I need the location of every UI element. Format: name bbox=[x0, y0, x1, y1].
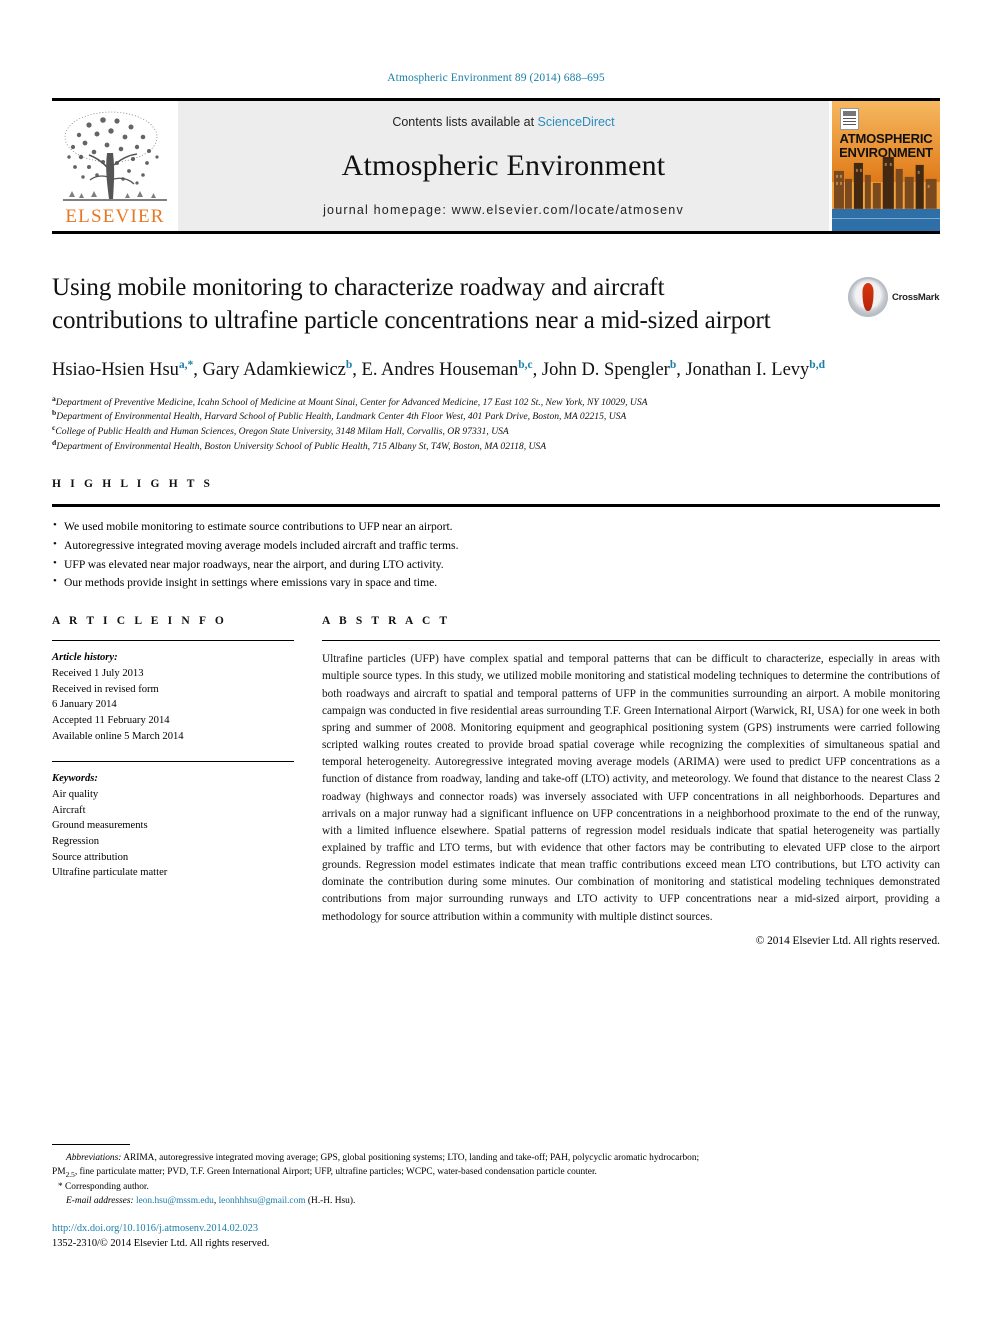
author-name: Gary Adamkiewicz bbox=[202, 360, 346, 380]
abbreviations-label: Abbreviations: bbox=[66, 1152, 122, 1163]
highlights-section: We used mobile monitoring to estimate so… bbox=[52, 507, 940, 593]
footnote-rule bbox=[52, 1143, 130, 1145]
email-suffix: (H.-H. Hsu). bbox=[305, 1195, 356, 1206]
page-title: Using mobile monitoring to characterize … bbox=[52, 274, 771, 334]
author-marks[interactable]: b bbox=[346, 359, 352, 371]
cover-publisher-icon bbox=[840, 108, 859, 130]
abbreviations-pm-prefix: PM bbox=[52, 1166, 66, 1177]
highlights-list: We used mobile monitoring to estimate so… bbox=[52, 507, 940, 593]
author-entry: Gary Adamkiewiczb bbox=[202, 359, 353, 380]
sciencedirect-link[interactable]: ScienceDirect bbox=[538, 115, 615, 129]
list-item: Autoregressive integrated moving average… bbox=[52, 536, 940, 556]
author-marks[interactable]: a,* bbox=[179, 359, 193, 371]
abbreviations-text-rest: , fine particulate matter; PVD, T.F. Gre… bbox=[74, 1166, 597, 1177]
crossmark-logo-icon bbox=[848, 277, 888, 317]
article-history-label: Article history: bbox=[52, 652, 118, 664]
abstract-copyright: © 2014 Elsevier Ltd. All rights reserved… bbox=[755, 934, 940, 947]
contents-prefix: Contents lists available at bbox=[392, 115, 538, 129]
author-entry: John D. Spenglerb bbox=[541, 359, 676, 380]
info-abstract-columns: A R T I C L E I N F O Article history: R… bbox=[52, 593, 940, 947]
affiliation-list: aDepartment of Preventive Medicine, Icah… bbox=[52, 394, 940, 455]
doi-block: http://dx.doi.org/10.1016/j.atmosenv.201… bbox=[52, 1208, 940, 1251]
affiliation-text: Department of Environmental Health, Harv… bbox=[56, 411, 627, 423]
abbreviations-pm-subscript: 2.5 bbox=[65, 1169, 75, 1179]
abbreviations-text: ARIMA, autoregressive integrated moving … bbox=[121, 1152, 700, 1163]
list-item: We used mobile monitoring to estimate so… bbox=[52, 517, 940, 537]
email-line: E-mail addresses: leon.hsu@mssm.edu, leo… bbox=[52, 1194, 940, 1208]
article-history-block: Article history: Received 1 July 2013 Re… bbox=[52, 641, 294, 744]
history-item: Received in revised form bbox=[52, 683, 159, 695]
keyword-item: Regression bbox=[52, 835, 100, 847]
keyword-item: Aircraft bbox=[52, 804, 86, 816]
highlights-heading: H I G H L I G H T S bbox=[52, 478, 214, 491]
affiliation-text: Department of Environmental Health, Bost… bbox=[56, 440, 547, 452]
history-item: Available online 5 March 2014 bbox=[52, 730, 184, 742]
keyword-item: Ultrafine particulate matter bbox=[52, 867, 168, 879]
keyword-item: Source attribution bbox=[52, 851, 129, 863]
keywords-label: Keywords: bbox=[52, 773, 98, 785]
paper-page: Atmospheric Environment 89 (2014) 688–69… bbox=[0, 0, 992, 1323]
history-item: Accepted 11 February 2014 bbox=[52, 714, 170, 726]
abstract-heading: A B S T R A C T bbox=[322, 615, 451, 628]
affiliation-text: College of Public Health and Human Scien… bbox=[55, 425, 509, 437]
journal-cover-thumbnail: ATMOSPHERIC ENVIRONMENT bbox=[829, 101, 940, 231]
journal-homepage[interactable]: journal homepage: www.elsevier.com/locat… bbox=[323, 203, 684, 217]
affiliation-item: cCollege of Public Health and Human Scie… bbox=[52, 423, 940, 440]
author-marks[interactable]: b,d bbox=[809, 359, 825, 371]
cover-water bbox=[832, 208, 940, 231]
crossmark-badge[interactable]: CrossMark bbox=[848, 274, 940, 320]
running-head: Atmospheric Environment 89 (2014) 688–69… bbox=[387, 72, 605, 84]
author-entry: Hsiao-Hsien Hsua,* bbox=[52, 359, 193, 380]
title-block: CrossMark Using mobile monitoring to cha… bbox=[52, 272, 940, 454]
article-info-column: A R T I C L E I N F O Article history: R… bbox=[52, 615, 294, 947]
footnote-block: Abbreviations: ARIMA, autoregressive int… bbox=[52, 1143, 940, 1251]
elsevier-logo: ELSEVIER bbox=[52, 101, 178, 231]
list-item: Our methods provide insight in settings … bbox=[52, 573, 940, 593]
highlights-heading-wrap: H I G H L I G H T S bbox=[52, 454, 940, 504]
keyword-item: Air quality bbox=[52, 788, 99, 800]
affiliation-item: aDepartment of Preventive Medicine, Icah… bbox=[52, 394, 940, 411]
author-list: Hsiao-Hsien Hsua,*, Gary Adamkiewiczb, E… bbox=[52, 358, 825, 380]
abbreviations-line: Abbreviations: ARIMA, autoregressive int… bbox=[52, 1151, 940, 1165]
author-name: Hsiao-Hsien Hsu bbox=[52, 360, 179, 380]
author-marks[interactable]: b bbox=[670, 359, 676, 371]
doi-link[interactable]: http://dx.doi.org/10.1016/j.atmosenv.201… bbox=[52, 1221, 940, 1236]
keywords-block: Keywords: Air quality Aircraft Ground me… bbox=[52, 762, 294, 881]
cover-skyline-graphic bbox=[833, 157, 937, 209]
author-name: Jonathan I. Levy bbox=[685, 360, 810, 380]
author-name: John D. Spengler bbox=[541, 360, 670, 380]
author-entry: E. Andres Housemanb,c bbox=[361, 359, 533, 380]
email-label: E-mail addresses: bbox=[66, 1195, 134, 1206]
cover-title-line1: ATMOSPHERIC bbox=[839, 131, 933, 147]
list-item: UFP was elevated near major roadways, ne… bbox=[52, 555, 940, 575]
abbreviations-line-2: PM2.5, fine particulate matter; PVD, T.F… bbox=[52, 1165, 940, 1180]
abstract-text: Ultrafine particles (UFP) have complex s… bbox=[322, 653, 940, 923]
email-link-primary[interactable]: leon.hsu@mssm.edu bbox=[136, 1196, 214, 1206]
journal-masthead: ELSEVIER Contents lists available at Sci… bbox=[52, 98, 940, 234]
affiliation-item: dDepartment of Environmental Health, Bos… bbox=[52, 438, 940, 455]
crossmark-label: CrossMark bbox=[892, 291, 940, 303]
author-entry: Jonathan I. Levyb,d bbox=[685, 359, 825, 380]
article-info-heading: A R T I C L E I N F O bbox=[52, 615, 227, 628]
affiliation-item: bDepartment of Environmental Health, Har… bbox=[52, 409, 940, 425]
issn-copyright-line: 1352-2310/© 2014 Elsevier Ltd. All right… bbox=[52, 1237, 270, 1249]
author-name: E. Andres Houseman bbox=[361, 360, 519, 380]
journal-title: Atmospheric Environment bbox=[341, 149, 666, 182]
keyword-item: Ground measurements bbox=[52, 820, 148, 832]
abstract-column: A B S T R A C T Ultrafine particles (UFP… bbox=[322, 615, 940, 947]
affiliation-text: Department of Preventive Medicine, Icahn… bbox=[55, 396, 648, 408]
elsevier-tree-icon bbox=[63, 111, 167, 201]
history-item: Received 1 July 2013 bbox=[52, 667, 144, 679]
history-item: 6 January 2014 bbox=[52, 699, 117, 711]
author-marks[interactable]: b,c bbox=[518, 359, 532, 371]
elsevier-wordmark: ELSEVIER bbox=[65, 206, 165, 227]
email-link-secondary[interactable]: leonhhhsu@gmail.com bbox=[219, 1196, 306, 1206]
contents-line: Contents lists available at ScienceDirec… bbox=[392, 115, 614, 129]
masthead-center-panel: Contents lists available at ScienceDirec… bbox=[178, 101, 829, 231]
corresponding-author-note: * Corresponding author. bbox=[58, 1181, 149, 1192]
